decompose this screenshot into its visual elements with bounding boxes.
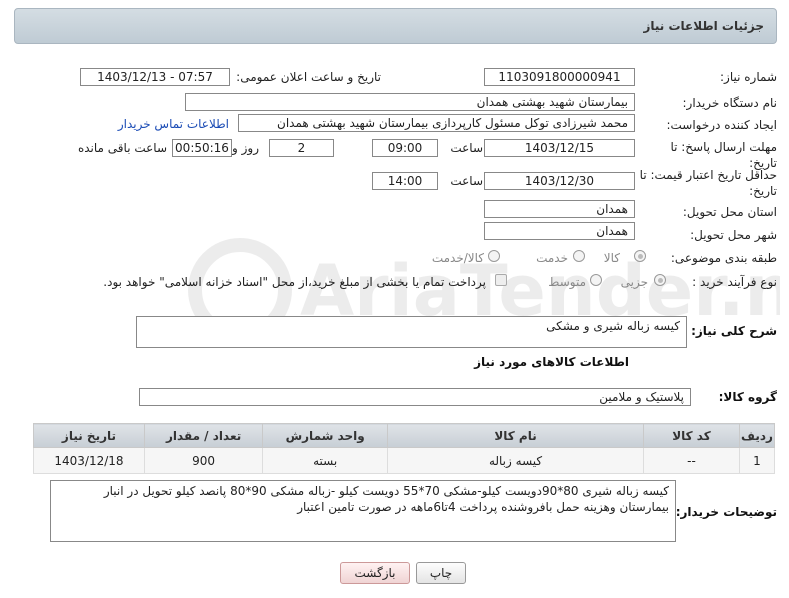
header-panel: جزئیات اطلاعات نیاز xyxy=(14,8,777,44)
cell-row: 1 xyxy=(738,447,776,474)
deadline-time-field: 09:00 xyxy=(372,139,438,157)
goods-table: ردیف کد کالا نام کالا واحد شمارش تعداد /… xyxy=(33,423,776,474)
cell-date: 1403/12/18 xyxy=(33,447,145,474)
buyer-contact-link[interactable]: اطلاعات تماس خریدار xyxy=(118,117,229,131)
validity-time-field: 14:00 xyxy=(372,172,438,190)
process-medium-label: متوسط xyxy=(548,275,586,289)
category-goods-radio[interactable] xyxy=(634,250,646,262)
table-row: 1 -- کیسه زباله بسته 900 1403/12/18 xyxy=(33,447,776,474)
category-service-label: خدمت xyxy=(536,251,568,265)
buyer-notes-label: توضیحات خریدار: xyxy=(675,505,777,519)
col-unit: واحد شمارش xyxy=(262,423,389,448)
creator-field: محمد شیرزادی توکل مسئول کارپردازی بیمارس… xyxy=(238,114,635,132)
validity-date-field: 1403/12/30 xyxy=(484,172,635,190)
summary-field: کیسه زباله شیری و مشکی xyxy=(136,316,687,348)
goods-group-label: گروه کالا: xyxy=(718,390,777,404)
print-button[interactable]: چاپ xyxy=(416,562,466,584)
process-label: نوع فرآیند خرید : xyxy=(692,275,777,289)
need-number-label: شماره نیاز: xyxy=(720,70,777,84)
category-both-radio[interactable] xyxy=(488,250,500,262)
city-label: شهر محل تحویل: xyxy=(690,228,777,242)
process-minor-radio[interactable] xyxy=(654,274,666,286)
deadline-time-label: ساعت xyxy=(450,141,483,155)
city-field: همدان xyxy=(484,222,635,240)
cell-unit: بسته xyxy=(262,447,389,474)
province-label: استان محل تحویل: xyxy=(682,205,777,219)
remaining-label: ساعت باقی مانده xyxy=(77,141,167,155)
cell-code: -- xyxy=(642,447,740,474)
buyer-label: نام دستگاه خریدار: xyxy=(682,96,778,110)
days-label: روز و xyxy=(232,141,259,155)
page-title: جزئیات اطلاعات نیاز xyxy=(643,19,764,33)
category-service-radio[interactable] xyxy=(573,250,585,262)
creator-label: ایجاد کننده درخواست: xyxy=(666,118,777,132)
goods-section-title: اطلاعات کالاهای مورد نیاز xyxy=(474,355,629,369)
province-field: همدان xyxy=(484,200,635,218)
validity-time-label: ساعت xyxy=(450,174,483,188)
process-medium-radio[interactable] xyxy=(590,274,602,286)
col-date: تاریخ نیاز xyxy=(33,423,145,448)
process-note: پرداخت تمام یا بخشی از مبلغ خرید،از محل … xyxy=(103,275,486,289)
back-button[interactable]: بازگشت xyxy=(340,562,410,584)
deadline-date-field: 1403/12/15 xyxy=(484,139,635,157)
need-number-field: 1103091800000941 xyxy=(484,68,635,86)
remaining-field: 00:50:16 xyxy=(172,139,232,157)
process-minor-label: جزیی xyxy=(620,275,648,289)
col-qty: تعداد / مقدار xyxy=(143,423,264,448)
col-name: نام کالا xyxy=(387,423,644,448)
days-field: 2 xyxy=(269,139,334,157)
summary-label: شرح کلی نیاز: xyxy=(691,324,777,338)
announce-field: 1403/12/13 - 07:57 xyxy=(80,68,230,86)
cell-name: کیسه زباله xyxy=(387,447,644,474)
buyer-notes-field: کیسه زباله شیری 80*90دویست کیلو-مشکی 70*… xyxy=(50,480,676,542)
col-code: کد کالا xyxy=(642,423,740,448)
category-both-label: کالا/خدمت xyxy=(431,251,484,265)
treasury-checkbox[interactable] xyxy=(495,274,507,286)
announce-label: تاریخ و ساعت اعلان عمومی: xyxy=(236,70,381,84)
cell-qty: 900 xyxy=(143,447,264,474)
col-row: ردیف xyxy=(738,423,776,448)
validity-label: حداقل تاریخ اعتبار قیمت: تا تاریخ: xyxy=(639,168,777,198)
category-goods-label: کالا xyxy=(603,251,620,265)
buyer-field: بیمارستان شهید بهشتی همدان xyxy=(185,93,635,111)
goods-group-field: پلاستیک و ملامین xyxy=(139,388,691,406)
category-label: طبقه بندی موضوعی: xyxy=(670,251,777,265)
